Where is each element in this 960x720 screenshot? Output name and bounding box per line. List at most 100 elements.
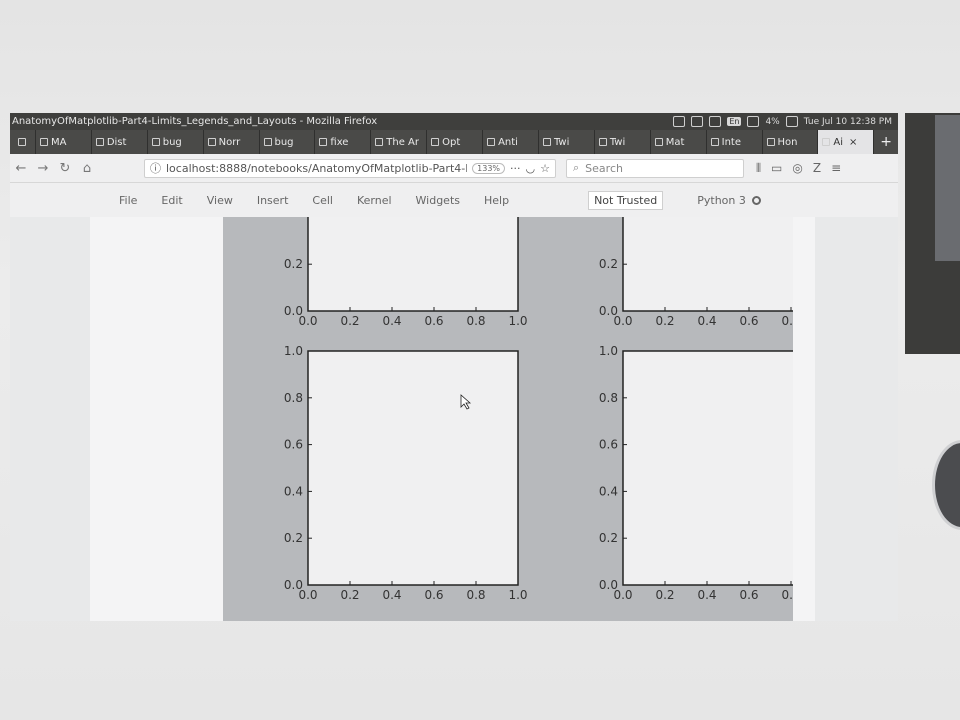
library-icon[interactable]: ⫴ xyxy=(756,161,761,176)
reload-icon[interactable]: ↻ xyxy=(54,161,76,176)
tab-label: Opt xyxy=(442,136,461,148)
tab-label: Ai xyxy=(833,136,844,148)
x-tick-label: 0.4 xyxy=(697,314,716,328)
url-bar[interactable]: ⓘ localhost:8888/notebooks/AnatomyOfMatp… xyxy=(144,158,556,178)
tab-favicon-icon xyxy=(766,138,775,146)
tab-favicon-icon xyxy=(487,138,496,146)
tab-label: fixe xyxy=(330,136,349,148)
tab-2[interactable]: bug xyxy=(148,130,204,154)
menu-item-help[interactable]: Help xyxy=(472,194,521,207)
tab-13[interactable]: Hon xyxy=(763,130,819,154)
battery-icon[interactable] xyxy=(785,116,798,127)
tab-label: Mat xyxy=(665,136,685,148)
network-icon[interactable] xyxy=(691,116,704,127)
menu-item-file[interactable]: File xyxy=(107,194,149,207)
tab-favicon-icon xyxy=(207,138,216,146)
tab-favicon-icon xyxy=(263,138,272,146)
wifi-icon[interactable] xyxy=(709,116,722,127)
menu-item-view[interactable]: View xyxy=(195,194,245,207)
x-tick-label: 0.8 xyxy=(781,588,793,602)
bookmark-star-icon[interactable]: ☆ xyxy=(540,162,550,175)
menu-item-cell[interactable]: Cell xyxy=(300,194,345,207)
shield-icon[interactable] xyxy=(673,116,686,127)
side-window-content xyxy=(935,115,960,261)
back-icon[interactable]: ← xyxy=(10,161,32,176)
zoom-indicator[interactable]: 133% xyxy=(472,162,506,174)
system-tray: En 4% Tue Jul 10 12:38 PM xyxy=(673,116,898,127)
page-actions-icon[interactable]: ··· xyxy=(510,162,521,175)
x-tick-label: 0.8 xyxy=(466,588,485,602)
menu-item-edit[interactable]: Edit xyxy=(149,194,194,207)
tab-4[interactable]: bug xyxy=(260,130,316,154)
menu-item-widgets[interactable]: Widgets xyxy=(404,194,472,207)
pocket-icon[interactable]: ◡ xyxy=(526,162,536,175)
tab-12[interactable]: Inte xyxy=(707,130,763,154)
figure-output: 0.0 0.2 0.4 0.6 0.8 1.0 0.0 0.2 0.0 0.2 0.4 0.6 0.8 0… xyxy=(223,217,793,621)
zotero-icon[interactable]: Z xyxy=(813,161,821,176)
tab-6[interactable]: The Ar xyxy=(371,130,428,154)
tab-favicon-icon xyxy=(822,138,831,146)
notebook-area: 0.0 0.2 0.4 0.6 0.8 1.0 0.0 0.2 0.0 0.2 0.4 0.6 0.8 0… xyxy=(10,217,898,621)
y-tick-label: 1.0 xyxy=(284,344,303,358)
tab-label: bug xyxy=(274,136,294,148)
y-tick-label: 0.0 xyxy=(599,578,618,592)
trust-indicator[interactable]: Not Trusted xyxy=(588,190,664,210)
volume-icon[interactable] xyxy=(747,116,760,127)
x-tick-label: 0.4 xyxy=(382,314,401,328)
menu-item-kernel[interactable]: Kernel xyxy=(345,194,404,207)
x-tick-label: 0.6 xyxy=(739,314,758,328)
y-tick-label: 0.4 xyxy=(599,484,618,498)
tab-14[interactable]: Ai × xyxy=(818,130,875,154)
notebook-menu-bar: File Edit View Insert Cell Kernel Widgets Help … xyxy=(10,183,898,217)
y-tick-label: 0.2 xyxy=(284,257,303,271)
tab-favicon-icon xyxy=(151,138,160,146)
tab-5[interactable]: fixe xyxy=(315,130,372,154)
tab-list-button[interactable] xyxy=(10,130,36,154)
tab-7[interactable]: Opt xyxy=(427,130,484,154)
x-tick-label: 1.0 xyxy=(508,588,527,602)
tab-9[interactable]: Twi xyxy=(539,130,595,154)
menu-item-insert[interactable]: Insert xyxy=(245,194,301,207)
tab-8[interactable]: Anti xyxy=(483,130,539,154)
y-tick-label: 0.6 xyxy=(284,438,303,452)
sidebar-icon[interactable]: ▭ xyxy=(771,161,782,176)
x-tick-label: 1.0 xyxy=(508,314,527,328)
tab-1[interactable]: Dist xyxy=(92,130,148,154)
search-input[interactable]: ⌕ Search xyxy=(566,158,744,178)
y-tick-label: 0.2 xyxy=(599,257,618,271)
new-tab-icon[interactable]: + xyxy=(874,130,898,154)
clock[interactable]: Tue Jul 10 12:38 PM xyxy=(804,117,892,127)
axes-1 xyxy=(622,217,793,312)
extension-icon[interactable]: ◎ xyxy=(792,161,802,176)
navigation-bar: ← → ↻ ⌂ ⓘ localhost:8888/notebooks/Anato… xyxy=(10,154,898,183)
language-badge[interactable]: En xyxy=(727,117,742,126)
kernel-indicator[interactable]: Python 3 xyxy=(697,194,761,207)
window-title: AnatomyOfMatplotlib-Part4-Limits_Legends… xyxy=(12,116,378,127)
tab-close-icon[interactable]: × xyxy=(849,137,857,148)
y-tick-label: 0.2 xyxy=(599,531,618,545)
axes-0 xyxy=(307,217,519,312)
x-tick-label: 0.6 xyxy=(424,588,443,602)
url-text[interactable]: localhost:8888/notebooks/AnatomyOfMatplo… xyxy=(166,162,467,175)
y-tick-label: 0.0 xyxy=(599,304,618,318)
tab-11[interactable]: Mat xyxy=(651,130,707,154)
menu-icon[interactable]: ≡ xyxy=(831,161,841,176)
y-tick-label: 0.0 xyxy=(284,304,303,318)
tab-3[interactable]: Norr xyxy=(204,130,260,154)
tab-favicon-icon xyxy=(542,138,551,146)
tab-label: Dist xyxy=(106,136,127,148)
tab-0[interactable]: MA xyxy=(36,130,92,154)
tab-label: Hon xyxy=(777,136,798,148)
home-icon[interactable]: ⌂ xyxy=(76,161,98,176)
battery-level[interactable]: 4% xyxy=(765,117,779,127)
forward-icon[interactable]: → xyxy=(32,161,54,176)
y-tick-label: 0.4 xyxy=(284,484,303,498)
axes-2 xyxy=(307,350,519,586)
y-tick-label: 0.8 xyxy=(284,391,303,405)
tab-10[interactable]: Twi xyxy=(595,130,651,154)
x-tick-label: 0.4 xyxy=(697,588,716,602)
x-tick-label: 0.2 xyxy=(340,314,359,328)
tab-favicon-icon xyxy=(710,138,719,146)
x-tick-label: 0.2 xyxy=(340,588,359,602)
info-icon[interactable]: ⓘ xyxy=(150,160,161,176)
